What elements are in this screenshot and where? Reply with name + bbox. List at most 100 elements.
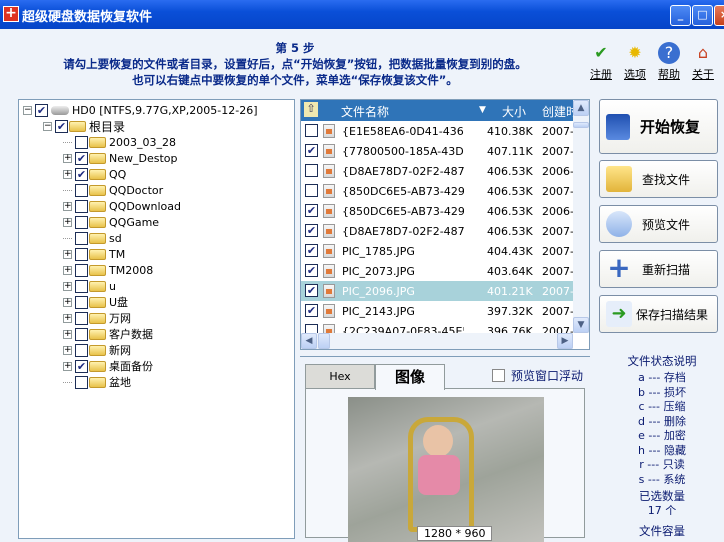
file-row[interactable]: ✔ PIC_2096.JPG 401.21K 2007-	[301, 281, 573, 301]
checkbox[interactable]	[75, 135, 88, 149]
tree-node-folder[interactable]: + 新网	[63, 342, 131, 358]
minimize-button[interactable]: _	[670, 5, 691, 26]
column-size[interactable]: 大小	[502, 103, 526, 120]
checkbox[interactable]: ✔	[55, 119, 68, 133]
scroll-thumb-h[interactable]	[318, 333, 330, 349]
file-list[interactable]: {2C239A07-0F83-45E5-9396.76K2007-✔PIC_21…	[300, 99, 590, 350]
float-checkbox[interactable]	[492, 369, 505, 382]
scroll-down-button[interactable]: ▼	[573, 317, 589, 333]
expand-toggle[interactable]: +	[63, 217, 72, 227]
expand-toggle[interactable]: +	[63, 313, 72, 323]
collapse-toggle[interactable]: −	[23, 105, 32, 115]
checkbox[interactable]	[75, 295, 88, 309]
maximize-button[interactable]: □	[692, 5, 713, 26]
expand-toggle[interactable]: +	[63, 345, 72, 355]
tree-node-disk[interactable]: − ✔ HD0 [NTFS,9.77G,XP,2005-12-26]	[23, 102, 258, 118]
checkbox[interactable]	[75, 263, 88, 277]
expand-toggle[interactable]: +	[63, 249, 72, 259]
close-button[interactable]: ×	[714, 5, 724, 26]
options-link[interactable]: ✹ 选项	[620, 42, 650, 82]
expand-toggle[interactable]: +	[63, 201, 72, 211]
checkbox[interactable]: ✔	[75, 167, 88, 181]
tree-node-folder[interactable]: + ✔ 桌面备份	[63, 358, 153, 374]
checkbox[interactable]	[75, 375, 88, 389]
tree-node-folder[interactable]: + 万网	[63, 310, 131, 326]
expand-toggle[interactable]: +	[63, 329, 72, 339]
tab-hex[interactable]: Hex	[305, 364, 375, 389]
checkbox[interactable]	[75, 231, 88, 245]
file-row[interactable]: ✔ PIC_2143.JPG 397.32K 2007-	[301, 301, 573, 321]
column-created[interactable]: 创建时	[542, 103, 573, 120]
directory-tree[interactable]: − ✔ HD0 [NTFS,9.77G,XP,2005-12-26] − ✔ 根…	[18, 99, 295, 539]
checkbox[interactable]	[75, 327, 88, 341]
checkbox[interactable]: ✔	[305, 224, 318, 237]
column-name[interactable]: 文件名称	[341, 103, 389, 120]
collapse-toggle[interactable]: −	[43, 121, 52, 131]
tree-node-folder[interactable]: + TM2008	[63, 262, 153, 278]
register-link[interactable]: ✔ 注册	[586, 42, 616, 82]
scroll-left-button[interactable]: ◀	[301, 333, 317, 349]
file-row[interactable]: {850DC6E5-AB73-4299-8 406.53K 2007-	[301, 181, 573, 201]
checkbox[interactable]: ✔	[305, 284, 318, 297]
checkbox[interactable]: ✔	[305, 264, 318, 277]
checkbox[interactable]	[305, 184, 318, 197]
checkbox[interactable]	[75, 183, 88, 197]
checkbox[interactable]: ✔	[305, 244, 318, 257]
preview-file-button[interactable]: 预览文件	[599, 205, 718, 243]
expand-toggle[interactable]: +	[63, 169, 72, 179]
checkbox[interactable]	[75, 279, 88, 293]
float-preview-option[interactable]: 预览窗口浮动	[492, 367, 583, 384]
tree-node-folder[interactable]: + u	[63, 278, 116, 294]
scroll-right-button[interactable]: ▶	[557, 333, 573, 349]
tree-node-folder[interactable]: QQDoctor	[63, 182, 163, 198]
checkbox[interactable]: ✔	[75, 151, 88, 165]
expand-toggle[interactable]: +	[63, 297, 72, 307]
tree-node-folder[interactable]: + U盘	[63, 294, 128, 310]
save-scan-results-button[interactable]: ➜ 保存扫描结果	[599, 295, 718, 333]
checkbox[interactable]	[75, 343, 88, 357]
checkbox[interactable]: ✔	[75, 359, 88, 373]
tree-node-folder[interactable]: 盆地	[63, 374, 131, 390]
tree-node-folder[interactable]: 2003_03_28	[63, 134, 176, 150]
checkbox[interactable]	[305, 164, 318, 177]
start-recovery-button[interactable]: 开始恢复	[599, 99, 718, 154]
checkbox[interactable]	[75, 311, 88, 325]
about-link[interactable]: ⌂ 关于	[688, 42, 718, 82]
tree-node-folder[interactable]: + QQGame	[63, 214, 159, 230]
tab-image[interactable]: 图像	[375, 364, 445, 390]
tree-node-folder[interactable]: + 客户数据	[63, 326, 153, 342]
tree-node-root[interactable]: − ✔ 根目录	[43, 118, 125, 134]
expand-toggle[interactable]: +	[63, 281, 72, 291]
up-folder-icon[interactable]: ⇧	[304, 102, 318, 117]
file-row[interactable]: ✔ {77800500-185A-43D4-9 407.11K 2007-	[301, 141, 573, 161]
scroll-thumb[interactable]	[573, 122, 589, 128]
file-row[interactable]: {E1E58EA6-0D41-4361-A 410.38K 2007-	[301, 121, 573, 141]
file-row[interactable]: ✔ {850DC6E5-AB73-4299-8 406.53K 2006-	[301, 201, 573, 221]
find-files-button[interactable]: 查找文件	[599, 160, 718, 198]
checkbox[interactable]: ✔	[305, 144, 318, 157]
file-row[interactable]: ✔ PIC_1785.JPG 404.43K 2007-	[301, 241, 573, 261]
tree-node-folder[interactable]: + TM	[63, 246, 125, 262]
help-link[interactable]: ? 帮助	[654, 42, 684, 82]
expand-toggle[interactable]: +	[63, 265, 72, 275]
file-row[interactable]: ✔ PIC_2073.JPG 403.64K 2007-	[301, 261, 573, 281]
checkbox[interactable]	[75, 247, 88, 261]
file-row[interactable]: ✔ {D8AE78D7-02F2-4875-8 406.53K 2007-	[301, 221, 573, 241]
file-row[interactable]: {D8AE78D7-02F2-4875-8 406.53K 2006-	[301, 161, 573, 181]
expand-toggle[interactable]: +	[63, 361, 72, 371]
expand-toggle[interactable]: +	[63, 153, 72, 163]
checkbox[interactable]	[305, 124, 318, 137]
tree-node-folder[interactable]: + QQDownload	[63, 198, 181, 214]
tree-node-folder[interactable]: + ✔ QQ	[63, 166, 126, 182]
checkbox[interactable]	[75, 215, 88, 229]
horizontal-scrollbar[interactable]: ◀ ▶	[301, 333, 573, 349]
checkbox[interactable]: ✔	[35, 103, 48, 117]
checkbox[interactable]: ✔	[305, 204, 318, 217]
checkbox[interactable]: ✔	[305, 304, 318, 317]
tree-node-folder[interactable]: sd	[63, 230, 122, 246]
rescan-button[interactable]: + 重新扫描	[599, 250, 718, 288]
checkbox[interactable]	[75, 199, 88, 213]
tree-node-folder[interactable]: + ✔ New_Destop	[63, 150, 178, 166]
vertical-scrollbar[interactable]: ▲ ▼	[573, 100, 589, 333]
scroll-up-button[interactable]: ▲	[573, 100, 589, 116]
